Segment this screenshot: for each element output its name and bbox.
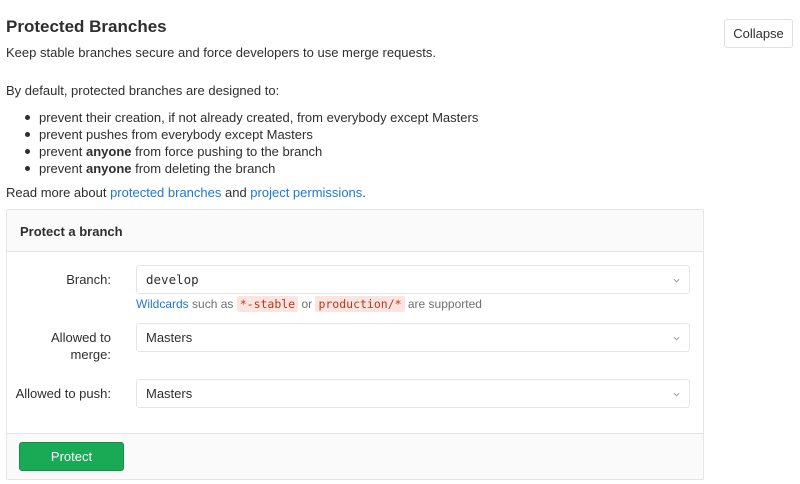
protected-branches-page: Protected Branches Keep stable branches …	[0, 0, 800, 484]
allowed-to-push-dropdown[interactable]: Masters	[136, 379, 690, 408]
intro-text: By default, protected branches are desig…	[6, 83, 280, 98]
chevron-down-icon	[673, 336, 680, 341]
chevron-down-icon	[673, 278, 680, 283]
panel-title: Protect a branch	[7, 210, 703, 252]
rules-list: prevent their creation, if not already c…	[6, 109, 478, 177]
protect-button[interactable]: Protect	[19, 442, 124, 471]
protected-branches-link[interactable]: protected branches	[110, 185, 221, 200]
branch-dropdown[interactable]: develop	[136, 265, 690, 294]
allowed-to-merge-label: Allowed to merge:	[51, 330, 111, 362]
allowed-to-push-label: Allowed to push:	[15, 386, 111, 401]
list-item: prevent pushes from everybody except Mas…	[6, 126, 478, 143]
branch-dropdown-value: develop	[146, 272, 199, 287]
collapse-button[interactable]: Collapse	[724, 19, 793, 48]
branch-label: Branch:	[66, 272, 111, 287]
wildcard-hint: Wildcards such as *-stable or production…	[136, 296, 482, 312]
page-subtitle: Keep stable branches secure and force de…	[6, 45, 436, 60]
list-item: prevent anyone from deleting the branch	[6, 160, 478, 177]
code-example: production/*	[315, 296, 405, 312]
allowed-to-push-value: Masters	[146, 386, 193, 401]
panel-footer: Protect	[7, 433, 703, 479]
list-item: prevent anyone from force pushing to the…	[6, 143, 478, 160]
wildcards-link[interactable]: Wildcards	[136, 297, 189, 311]
read-more-text: Read more about protected branches and p…	[6, 185, 366, 200]
allowed-to-merge-dropdown[interactable]: Masters	[136, 323, 690, 352]
protect-branch-panel: Protect a branch Branch: develop Wildcar…	[6, 209, 704, 480]
allowed-to-merge-value: Masters	[146, 330, 193, 345]
project-permissions-link[interactable]: project permissions	[250, 185, 362, 200]
chevron-down-icon	[673, 392, 680, 397]
page-title: Protected Branches	[6, 17, 167, 36]
list-item: prevent their creation, if not already c…	[6, 109, 478, 126]
code-example: *-stable	[236, 296, 299, 312]
